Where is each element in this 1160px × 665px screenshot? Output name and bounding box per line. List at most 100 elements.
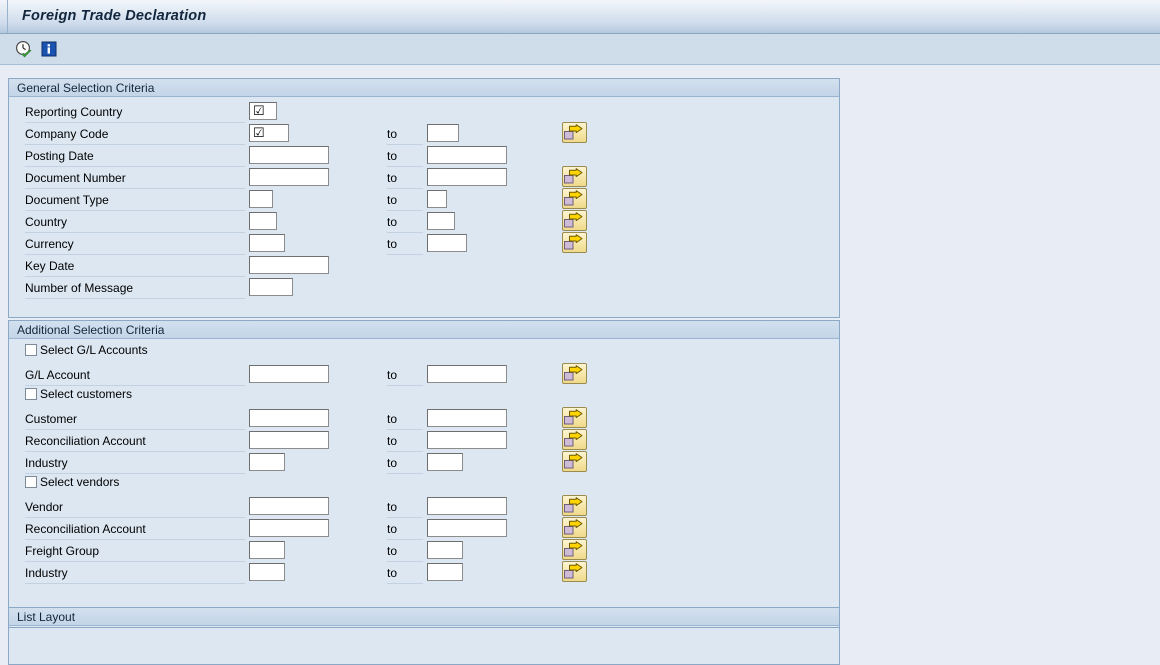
input-key-date-g7-from[interactable] [249, 256, 329, 274]
input-posting-date-g2-to[interactable] [427, 146, 507, 164]
multiple-selection-arrow-icon [564, 409, 583, 425]
panel-general-selection-criteria: General Selection Criteria Reporting Cou… [8, 78, 840, 318]
field-label-reporting-country-g0: Reporting Country [25, 105, 123, 119]
field-row-divider [25, 144, 245, 145]
input-document-type-g4-from[interactable] [249, 190, 273, 208]
multiple-selection-arrow-button-document-type-g4[interactable] [562, 188, 587, 209]
field-label-document-type-g4: Document Type [25, 193, 109, 207]
checkbox-select-customers[interactable] [25, 388, 37, 400]
field-label-document-number-g3: Document Number [25, 171, 126, 185]
multiple-selection-arrow-button-customer-a1[interactable] [562, 407, 587, 428]
multiple-selection-arrow-icon [564, 541, 583, 557]
input-freight-group-a6-to[interactable] [427, 541, 463, 559]
panel-list-layout-header: List Layout [9, 608, 839, 626]
checkbox-label-select-customers: Select customers [40, 387, 133, 401]
multiple-selection-arrow-icon [564, 190, 583, 206]
input-currency-g6-to[interactable] [427, 234, 467, 252]
input-company-code-g1-to[interactable] [427, 124, 459, 142]
input-reconciliation-account-a5-to[interactable] [427, 519, 507, 537]
to-row-divider [387, 561, 423, 562]
input-company-code-g1-from[interactable] [249, 124, 289, 142]
multiple-selection-arrow-button-freight-group-a6[interactable] [562, 539, 587, 560]
multiple-selection-arrow-icon [564, 497, 583, 513]
multiple-selection-arrow-button-vendor-a4[interactable] [562, 495, 587, 516]
field-row-divider [25, 166, 245, 167]
input-number-of-message-g8-from[interactable] [249, 278, 293, 296]
to-row-divider [387, 451, 423, 452]
field-row-divider [25, 298, 245, 299]
to-label: to [387, 456, 398, 470]
multiple-selection-arrow-button-reconciliation-account-a5[interactable] [562, 517, 587, 538]
to-row-divider [387, 166, 423, 167]
input-document-number-g3-to[interactable] [427, 168, 507, 186]
panel-additional-header: Additional Selection Criteria [9, 321, 839, 339]
to-label: to [387, 412, 398, 426]
to-label: to [387, 171, 398, 185]
multiple-selection-arrow-button-country-g5[interactable] [562, 210, 587, 231]
to-label: to [387, 368, 398, 382]
input-reconciliation-account-a5-from[interactable] [249, 519, 329, 537]
multiple-selection-arrow-icon [564, 453, 583, 469]
input-industry-a3-to[interactable] [427, 453, 463, 471]
field-label-vendor-a4: Vendor [25, 500, 64, 514]
input-vendor-a4-from[interactable] [249, 497, 329, 515]
checkbox-select-vendors[interactable] [25, 476, 37, 488]
input-reporting-country-g0-from[interactable] [249, 102, 277, 120]
application-toolbar: © www.tutorialkart.com [0, 34, 1160, 96]
to-label: to [387, 500, 398, 514]
selection-screen-content: General Selection Criteria Reporting Cou… [0, 65, 1160, 665]
input-currency-g6-from[interactable] [249, 234, 285, 252]
to-row-divider [387, 583, 423, 584]
field-row-divider [25, 188, 245, 189]
to-row-divider [387, 254, 423, 255]
checkbox-row-select-customers[interactable]: Select customers [9, 386, 309, 404]
multiple-selection-arrow-icon [564, 519, 583, 535]
input-g-l-account-a0-to[interactable] [427, 365, 507, 383]
input-g-l-account-a0-from[interactable] [249, 365, 329, 383]
input-reconciliation-account-a2-to[interactable] [427, 431, 507, 449]
field-label-g-l-account-a0: G/L Account [25, 368, 90, 382]
input-document-number-g3-from[interactable] [249, 168, 329, 186]
to-label: to [387, 566, 398, 580]
field-row-divider [25, 254, 245, 255]
multiple-selection-arrow-icon [564, 168, 583, 184]
input-country-g5-from[interactable] [249, 212, 277, 230]
input-industry-a3-from[interactable] [249, 453, 285, 471]
checkbox-row-select-vendors[interactable]: Select vendors [9, 474, 309, 492]
to-row-divider [387, 517, 423, 518]
multiple-selection-arrow-button-reconciliation-account-a2[interactable] [562, 429, 587, 450]
multiple-selection-arrow-icon [564, 431, 583, 447]
multiple-selection-arrow-icon [564, 234, 583, 250]
input-industry-a7-from[interactable] [249, 563, 285, 581]
panel-list-layout: List Layout [8, 607, 840, 628]
to-row-divider [387, 429, 423, 430]
clock-check-icon[interactable] [15, 40, 33, 58]
checkbox-select-g-l-accounts[interactable] [25, 344, 37, 356]
field-label-number-of-message-g8: Number of Message [25, 281, 134, 295]
input-document-type-g4-to[interactable] [427, 190, 447, 208]
input-reconciliation-account-a2-from[interactable] [249, 431, 329, 449]
input-customer-a1-from[interactable] [249, 409, 329, 427]
multiple-selection-arrow-button-industry-a3[interactable] [562, 451, 587, 472]
multiple-selection-arrow-button-g-l-account-a0[interactable] [562, 363, 587, 384]
multiple-selection-arrow-button-currency-g6[interactable] [562, 232, 587, 253]
checkbox-row-select-g-l-accounts[interactable]: Select G/L Accounts [9, 342, 309, 360]
multiple-selection-arrow-button-company-code-g1[interactable] [562, 122, 587, 143]
input-customer-a1-to[interactable] [427, 409, 507, 427]
field-row-divider [25, 276, 245, 277]
input-posting-date-g2-from[interactable] [249, 146, 329, 164]
input-vendor-a4-to[interactable] [427, 497, 507, 515]
field-label-reconciliation-account-a5: Reconciliation Account [25, 522, 146, 536]
field-row-divider [25, 561, 245, 562]
input-freight-group-a6-from[interactable] [249, 541, 285, 559]
input-industry-a7-to[interactable] [427, 563, 463, 581]
to-label: to [387, 434, 398, 448]
input-country-g5-to[interactable] [427, 212, 455, 230]
multiple-selection-arrow-button-document-number-g3[interactable] [562, 166, 587, 187]
field-label-reconciliation-account-a2: Reconciliation Account [25, 434, 146, 448]
field-label-industry-a7: Industry [25, 566, 68, 580]
information-icon[interactable] [40, 40, 58, 58]
to-row-divider [387, 473, 423, 474]
field-label-company-code-g1: Company Code [25, 127, 109, 141]
multiple-selection-arrow-button-industry-a7[interactable] [562, 561, 587, 582]
